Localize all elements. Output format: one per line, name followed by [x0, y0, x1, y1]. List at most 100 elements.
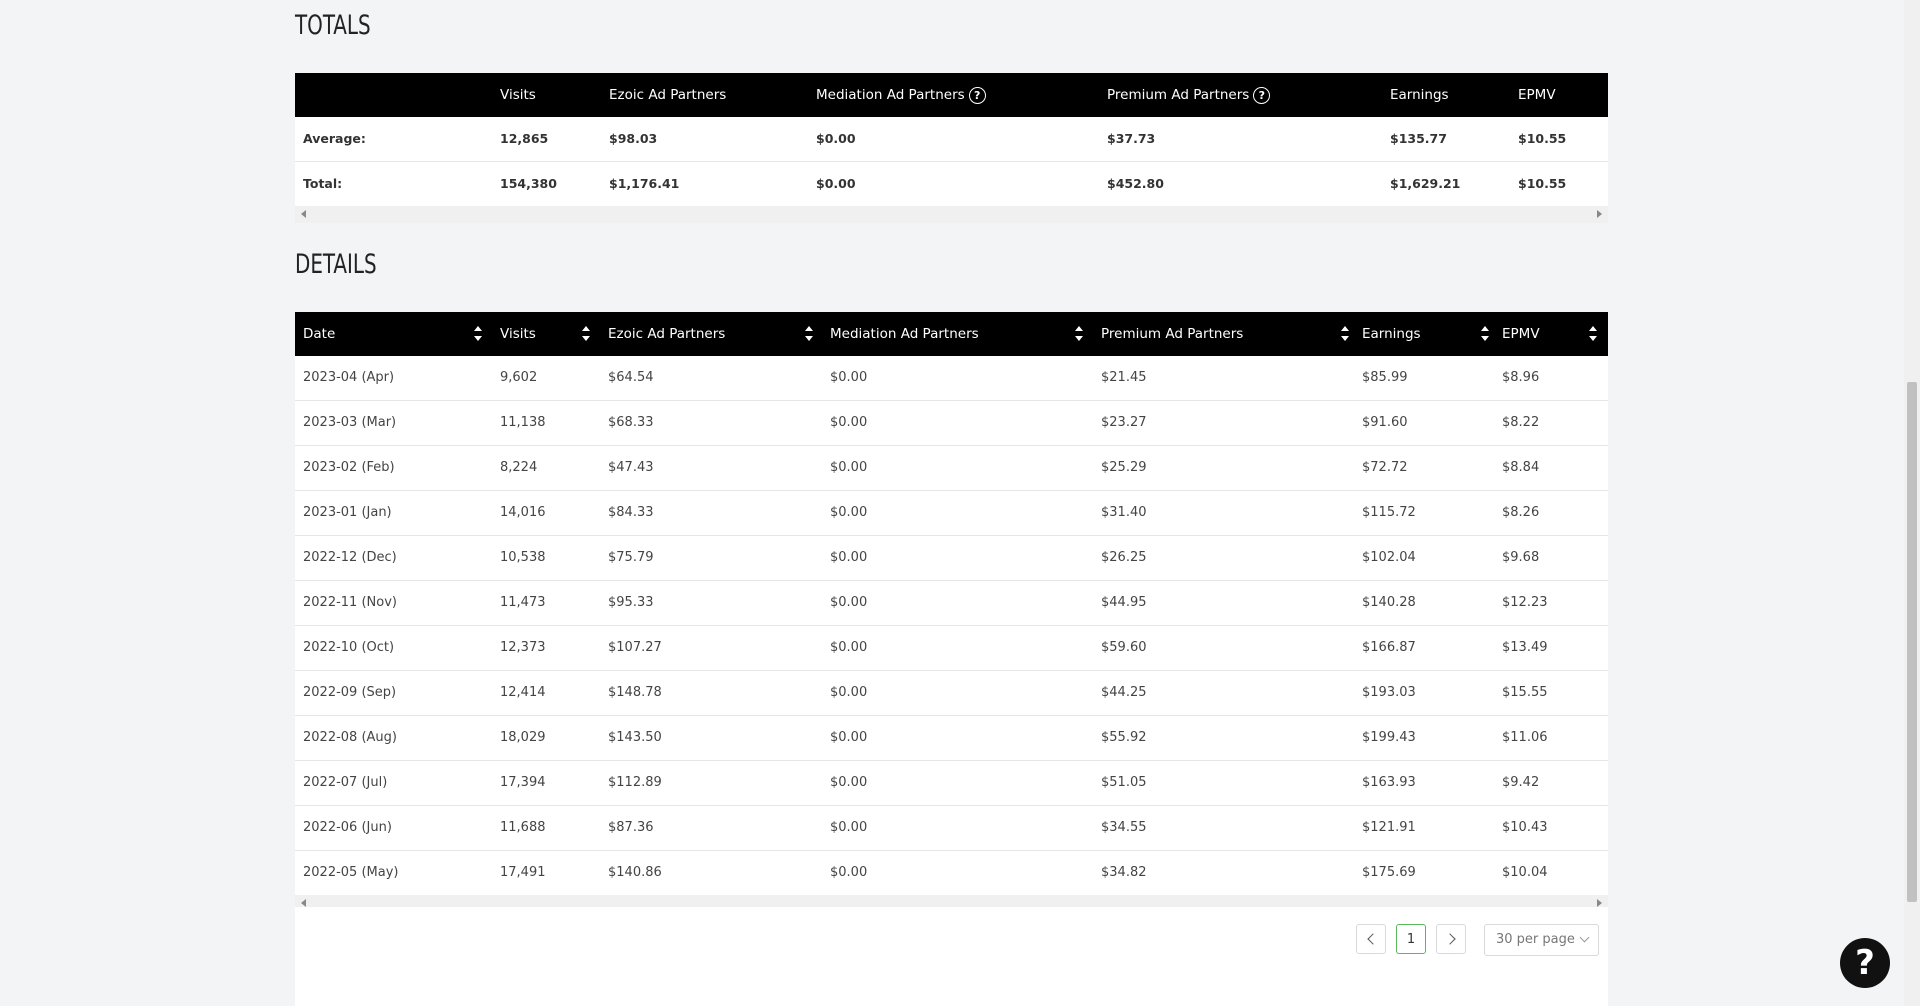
cell-date: 2022-08 (Aug) — [303, 730, 397, 745]
cell-epmv: $9.42 — [1502, 775, 1540, 790]
totals-table: Visits Ezoic Ad Partners Mediation Ad Pa… — [295, 73, 1608, 223]
cell-ezoic: $112.89 — [608, 775, 662, 790]
cell-epmv: $10.55 — [1518, 176, 1567, 191]
table-row: 2022-10 (Oct) 12,373 $107.27 $0.00 $59.60 $16… — [295, 626, 1608, 671]
sort-icon[interactable] — [804, 324, 814, 344]
cell-ezoic: $107.27 — [608, 640, 662, 655]
cell-earnings: $72.72 — [1362, 460, 1408, 475]
cell-earnings: $121.91 — [1362, 820, 1416, 835]
cell-date: 2023-01 (Jan) — [303, 505, 392, 520]
table-row: 2023-02 (Feb) 8,224 $47.43 $0.00 $25.29 $72.7… — [295, 446, 1608, 491]
cell-epmv: $10.55 — [1518, 131, 1567, 146]
scrollbar-thumb[interactable] — [1907, 382, 1917, 902]
cell-date: 2022-10 (Oct) — [303, 640, 395, 655]
cell-earnings: $135.77 — [1390, 131, 1447, 146]
help-button[interactable]: ? — [1840, 938, 1890, 988]
horizontal-scrollbar[interactable] — [295, 206, 1608, 223]
cell-premium: $51.05 — [1101, 775, 1147, 790]
details-body: 2023-04 (Apr) 9,602 $64.54 $0.00 $21.45 $85.9… — [295, 356, 1608, 895]
sort-icon[interactable] — [1588, 324, 1598, 344]
table-row: 2022-09 (Sep) 12,414 $148.78 $0.00 $44.25 $19… — [295, 671, 1608, 716]
cell-epmv: $13.49 — [1502, 640, 1548, 655]
cell-premium: $34.82 — [1101, 865, 1147, 880]
col-premium[interactable]: Premium Ad Partners — [1101, 312, 1243, 356]
scroll-left-icon[interactable] — [301, 210, 306, 218]
cell-date: 2023-02 (Feb) — [303, 460, 395, 475]
cell-earnings: $175.69 — [1362, 865, 1416, 880]
vertical-scrollbar[interactable] — [1904, 0, 1920, 1006]
cell-premium: $44.25 — [1101, 685, 1147, 700]
col-visits[interactable]: Visits — [500, 312, 536, 356]
page-button-current[interactable]: 1 — [1396, 924, 1426, 954]
col-premium: Premium Ad Partners? — [1107, 73, 1271, 117]
cell-ezoic: $87.36 — [608, 820, 654, 835]
help-icon[interactable]: ? — [968, 86, 986, 104]
cell-epmv: $8.22 — [1502, 415, 1540, 430]
cell-visits: 14,016 — [500, 505, 546, 520]
cell-epmv: $8.26 — [1502, 505, 1540, 520]
cell-mediation: $0.00 — [816, 176, 856, 191]
cell-earnings: $85.99 — [1362, 370, 1408, 385]
cell-visits: 12,865 — [500, 131, 549, 146]
cell-ezoic: $143.50 — [608, 730, 662, 745]
sort-icon[interactable] — [1074, 324, 1084, 344]
cell-visits: 17,491 — [500, 865, 546, 880]
cell-epmv: $15.55 — [1502, 685, 1548, 700]
cell-date: 2022-12 (Dec) — [303, 550, 397, 565]
cell-premium: $55.92 — [1101, 730, 1147, 745]
help-icon[interactable]: ? — [1253, 86, 1271, 104]
col-mediation: Mediation Ad Partners? — [816, 73, 986, 117]
col-ezoic[interactable]: Ezoic Ad Partners — [608, 312, 725, 356]
cell-epmv: $11.06 — [1502, 730, 1548, 745]
cell-earnings: $199.43 — [1362, 730, 1416, 745]
cell-ezoic: $98.03 — [609, 131, 658, 146]
cell-visits: 8,224 — [500, 460, 538, 475]
cell-mediation: $0.00 — [830, 460, 868, 475]
col-earnings[interactable]: Earnings — [1362, 312, 1421, 356]
cell-ezoic: $47.43 — [608, 460, 654, 475]
cell-ezoic: $148.78 — [608, 685, 662, 700]
cell-mediation: $0.00 — [830, 730, 868, 745]
totals-title: TOTALS — [295, 10, 371, 41]
cell-mediation: $0.00 — [830, 640, 868, 655]
table-row: 2023-03 (Mar) 11,138 $68.33 $0.00 $23.27 $91.… — [295, 401, 1608, 446]
cell-mediation: $0.00 — [816, 131, 856, 146]
table-row: 2023-04 (Apr) 9,602 $64.54 $0.00 $21.45 $85.9… — [295, 356, 1608, 401]
cell-epmv: $10.04 — [1502, 865, 1548, 880]
chevron-right-icon — [1443, 933, 1456, 945]
cell-label: Average: — [303, 131, 366, 146]
sort-icon[interactable] — [1480, 324, 1490, 344]
cell-earnings: $115.72 — [1362, 505, 1416, 520]
prev-page-button[interactable] — [1356, 924, 1386, 954]
table-row: 2022-12 (Dec) 10,538 $75.79 $0.00 $26.25 $102… — [295, 536, 1608, 581]
cell-date: 2022-11 (Nov) — [303, 595, 397, 610]
sort-icon[interactable] — [1340, 324, 1350, 344]
col-epmv: EPMV — [1518, 87, 1556, 103]
col-mediation-label: Mediation Ad Partners — [816, 87, 965, 103]
per-page-select[interactable]: 30 per page — [1484, 924, 1599, 956]
cell-ezoic: $140.86 — [608, 865, 662, 880]
col-date[interactable]: Date — [303, 312, 335, 356]
cell-epmv: $8.84 — [1502, 460, 1540, 475]
scroll-right-icon[interactable] — [1597, 899, 1602, 907]
cell-visits: 12,414 — [500, 685, 546, 700]
sort-icon[interactable] — [581, 324, 591, 344]
cell-mediation: $0.00 — [830, 415, 868, 430]
totals-row: Average: 12,865 $98.03 $0.00 $37.73 $135.77 $1… — [295, 117, 1608, 162]
sort-icon[interactable] — [473, 324, 483, 344]
cell-visits: 18,029 — [500, 730, 546, 745]
col-visits: Visits — [500, 87, 536, 103]
cell-premium: $59.60 — [1101, 640, 1147, 655]
scroll-left-icon[interactable] — [301, 899, 306, 907]
col-mediation[interactable]: Mediation Ad Partners — [830, 312, 979, 356]
cell-mediation: $0.00 — [830, 775, 868, 790]
next-page-button[interactable] — [1436, 924, 1466, 954]
cell-mediation: $0.00 — [830, 550, 868, 565]
cell-earnings: $193.03 — [1362, 685, 1416, 700]
cell-date: 2023-04 (Apr) — [303, 370, 395, 385]
cell-premium: $34.55 — [1101, 820, 1147, 835]
col-epmv[interactable]: EPMV — [1502, 312, 1540, 356]
scroll-right-icon[interactable] — [1597, 210, 1602, 218]
cell-ezoic: $64.54 — [608, 370, 654, 385]
cell-premium: $31.40 — [1101, 505, 1147, 520]
